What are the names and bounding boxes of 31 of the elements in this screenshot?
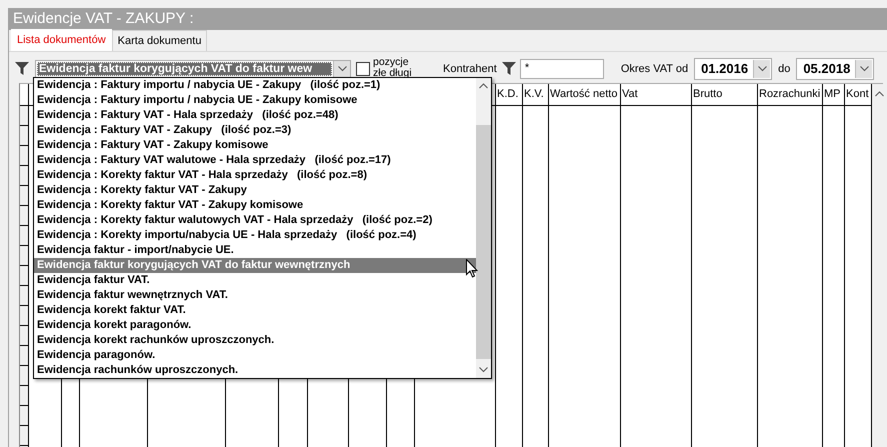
dropdown-option[interactable]: Ewidencja korekt rachunków uproszczonych. [34, 333, 476, 348]
dropdown-option[interactable]: Ewidencja faktur - import/nabycie UE. [34, 243, 476, 258]
dropdown-option[interactable]: Ewidencja faktur wewnętrznych VAT. [34, 288, 476, 303]
dropdown-option[interactable]: Ewidencja : Faktury VAT - Hala sprzedaży (ilość poz.=48) [34, 108, 476, 123]
dropdown-option[interactable]: Ewidencja faktur korygujących VAT do faktur wewnętrznych [34, 258, 476, 273]
period-label: Okres VAT od [620, 62, 688, 74]
window-title: Ewidencje VAT - ZAKUPY : [9, 8, 887, 30]
dropdown-option[interactable]: Ewidencja faktur VAT. [34, 273, 476, 288]
dropdown-option[interactable]: Ewidencja : Faktury VAT - Zakupy komisowe [34, 138, 476, 153]
dropdown-option[interactable]: Ewidencja : Korekty faktur VAT - Hala sprzedaży (ilość poz.=8) [34, 168, 476, 183]
contractor-label: Kontrahent [443, 62, 497, 74]
dropdown-option[interactable]: Ewidencja korekt paragonów. [34, 318, 476, 333]
dropdown-option[interactable]: Ewidencja paragonów. [34, 348, 476, 363]
dropdown-option[interactable]: Ewidencja korekt faktur VAT. [34, 303, 476, 318]
tab[interactable]: Lista dokumentów [11, 29, 112, 51]
dropdown-option[interactable]: Ewidencja : Korekty importu/nabycia UE - Hala sprzedaży (ilość poz.=4) [34, 228, 476, 243]
to-label: do [778, 62, 790, 74]
contractor-field[interactable]: * [520, 58, 604, 78]
dropdown-option[interactable]: Ewidencja : Korekty faktur VAT - Zakupy komisowe [34, 198, 476, 213]
dropdown-option[interactable]: Ewidencja : Faktury importu / nabycia UE - Zakupy komisowe [34, 93, 476, 108]
dropdown-option[interactable]: Ewidencja : Faktury VAT walutowe - Hala sprzedaży (ilość poz.=17) [34, 153, 476, 168]
dropdown-option[interactable]: Ewidencja rachunków uproszczonych. [34, 363, 476, 378]
dropdown-option[interactable]: Ewidencja : Faktury importu / nabycia UE - Zakupy (ilość poz.=1) [34, 78, 476, 93]
period-from-dropdown[interactable]: 01.2016 [694, 58, 772, 80]
period-to-dropdown[interactable]: 05.2018 [796, 58, 874, 80]
tab[interactable]: Karta dokumentu [112, 30, 208, 51]
dropdown-option[interactable]: Ewidencja : Korekty faktur walutowych VAT - Hala sprzedaży (ilość poz.=2) [34, 213, 476, 228]
dropdown-option[interactable]: Ewidencja : Korekty faktur VAT - Zakupy [34, 183, 476, 198]
dropdown-option[interactable]: Ewidencja : Faktury VAT - Zakupy (ilość poz.=3) [34, 123, 476, 138]
checkbox-label: pozycje złe długi [373, 57, 413, 80]
register-dropdown[interactable]: Ewidencja faktur korygujących VAT do faktur wew [35, 60, 351, 78]
